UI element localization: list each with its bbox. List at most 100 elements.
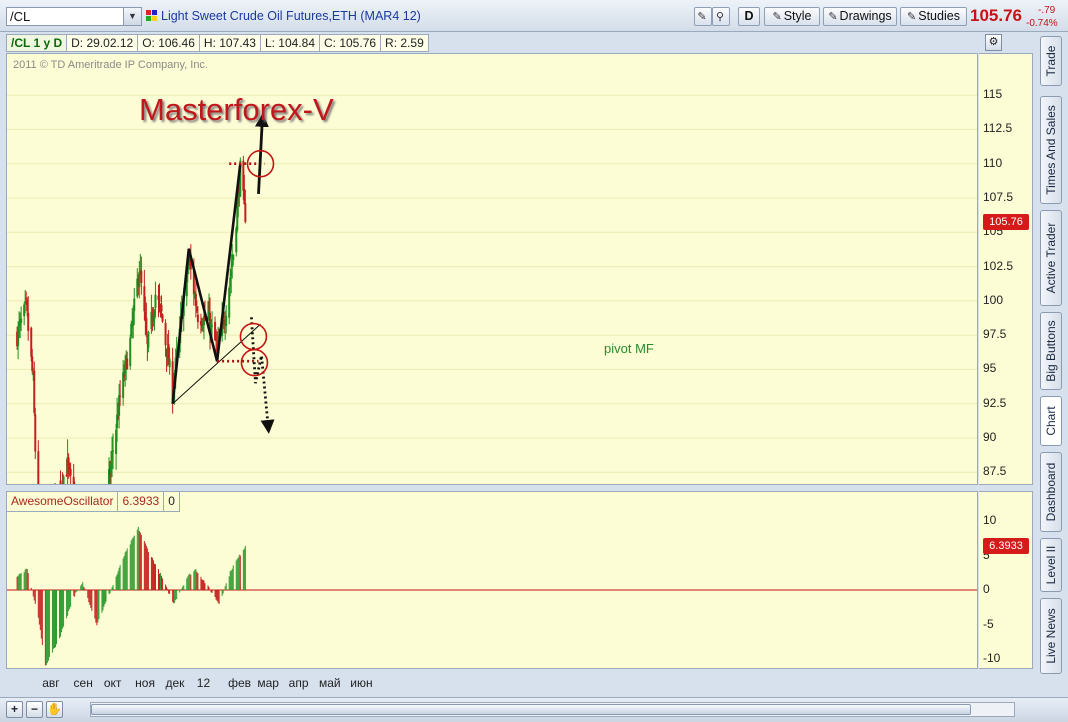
drawings-button[interactable]: ✎ Drawings [823, 7, 897, 26]
style-label: Style [783, 9, 812, 23]
studies-label: Studies [918, 9, 960, 23]
time-tick-label: ноя [135, 676, 155, 690]
oscillator-tick-label: -10 [983, 651, 1001, 665]
side-tab-active-trader[interactable]: Active Trader [1040, 210, 1062, 306]
bottom-toolbar: + − ✋ [0, 697, 1068, 722]
candlestick [37, 440, 40, 484]
oscillator-pane[interactable]: AwesomeOscillator 6.3933 0 [6, 491, 978, 669]
scrollbar-thumb[interactable] [91, 704, 971, 715]
oscillator-chart-svg[interactable] [7, 492, 978, 669]
info-close: C: 105.76 [319, 34, 381, 52]
zoom-out-icon: − [30, 702, 38, 716]
info-low: L: 104.84 [259, 34, 319, 52]
price-tick-label: 115 [983, 87, 1003, 102]
pivot-label: pivot MF [604, 341, 654, 356]
zoom-in-button[interactable]: + [6, 701, 23, 718]
side-tab-label: Active Trader [1044, 222, 1058, 294]
top-toolbar: ▼ Light Sweet Crude Oil Futures,ETH (MAR… [0, 0, 1068, 32]
thinkorswim-chart-window: ▼ Light Sweet Crude Oil Futures,ETH (MAR… [0, 0, 1068, 722]
drawing-tools-button[interactable]: ✎ [694, 7, 712, 26]
last-price-badge: 105.76 [983, 213, 1029, 230]
time-tick-label: фев [228, 676, 251, 690]
hand-icon: ✋ [47, 702, 62, 716]
studies-button[interactable]: ✎ Studies [900, 7, 967, 26]
time-tick-label: май [318, 676, 341, 690]
studies-icon: ✎ [907, 11, 917, 23]
side-tab-live-news[interactable]: Live News [1040, 598, 1062, 674]
chevron-down-icon[interactable]: ▼ [123, 8, 141, 25]
oscillator-value: 6.3933 [118, 492, 165, 512]
info-range: R: 2.59 [380, 34, 429, 52]
time-tick-label: сен [73, 676, 93, 690]
symbol-input[interactable] [10, 9, 120, 24]
percent-change: -0.74% [1026, 18, 1058, 29]
time-tick-label: апр [288, 676, 309, 690]
pan-button[interactable]: ✋ [46, 701, 63, 718]
price-tick-label: 100 [983, 292, 1004, 307]
watermark-text: Masterforex-V [139, 92, 334, 127]
side-tab-label: Dashboard [1044, 462, 1058, 522]
time-tick-label: мар [257, 676, 279, 690]
price-pane[interactable]: 2011 © TD Ameritrade IP Company, Inc. Ma… [6, 53, 978, 485]
price-tick-label: 90 [983, 430, 997, 444]
link-icon: ⚲ [715, 11, 725, 23]
style-button[interactable]: ✎ Style [764, 7, 820, 26]
info-high: H: 107.43 [198, 34, 260, 52]
time-tick-label: 12 [196, 676, 211, 690]
symbol-selector[interactable]: ▼ [6, 7, 142, 26]
side-tab-label: Chart [1044, 406, 1058, 436]
time-tick-label: окт [103, 676, 122, 690]
chart-settings-icon[interactable]: ⚙ [985, 34, 1002, 51]
side-tab-trade[interactable]: Trade [1040, 36, 1062, 86]
price-tick-label: 87.5 [983, 464, 1007, 479]
oscillator-value-badge: 6.3933 [983, 537, 1029, 554]
link-button[interactable]: ⚲ [712, 7, 730, 26]
time-axis: авг сен окт ноя дек 12 фев мар апр май июн [6, 672, 1033, 694]
side-tab-label: Live News [1044, 608, 1058, 664]
zoom-in-icon: + [10, 702, 18, 716]
side-tab-dashboard[interactable]: Dashboard [1040, 452, 1062, 532]
style-icon: ✎ [772, 11, 782, 23]
candlestick [59, 483, 61, 484]
time-scrollbar[interactable] [90, 702, 1015, 717]
zoom-out-button[interactable]: − [26, 701, 43, 718]
instrument-title: Light Sweet Crude Oil Futures,ETH (MAR4 … [161, 9, 421, 23]
oscillator-extra: 0 [164, 492, 180, 512]
period-button[interactable]: D [738, 7, 760, 26]
side-tab-strip: Trade Times And Sales Active Trader Big But… [1040, 32, 1064, 697]
candlestick [34, 407, 37, 460]
info-open: O: 106.46 [137, 34, 199, 52]
time-tick-label: июн [350, 676, 373, 690]
drawings-label: Drawings [839, 9, 892, 23]
oscillator-tick-label: 0 [983, 582, 990, 596]
pencil-icon: ✎ [828, 11, 838, 23]
price-tick-label: 102.5 [983, 258, 1014, 273]
oscillator-header: AwesomeOscillator 6.3933 0 [7, 492, 180, 512]
info-symbol-period[interactable]: /CL 1 y D [6, 34, 67, 52]
price-tick-label: 107.5 [983, 190, 1014, 204]
last-price: 105.76 [970, 6, 1022, 25]
wrench-icon: ✎ [697, 11, 707, 23]
side-tab-label: Times And Sales [1044, 105, 1058, 195]
price-axis[interactable]: 115 112.5 110 107.5 105 102.5 100 97.5 95 92.5 90 8… [979, 53, 1033, 485]
candlestick [129, 334, 132, 370]
time-tick-label: авг [42, 676, 60, 690]
copyright-text: 2011 © TD Ameritrade IP Company, Inc. [13, 59, 208, 71]
candlestick [161, 313, 164, 323]
oscillator-name[interactable]: AwesomeOscillator [7, 492, 119, 512]
side-tab-label: Big Buttons [1044, 320, 1058, 382]
side-tab-level-ii[interactable]: Level II [1040, 538, 1062, 592]
trendline[interactable] [172, 323, 261, 405]
side-tab-label: Level II [1044, 545, 1058, 585]
time-tick-label: дек [165, 676, 185, 690]
price-tick-label: 112.5 [983, 121, 1013, 136]
price-tick-label: 110 [983, 155, 1003, 170]
oscillator-axis[interactable]: 10 5 0 -5 -10 6.3933 [979, 491, 1033, 669]
side-tab-label: Trade [1044, 45, 1058, 77]
instrument-flag-icon [146, 10, 157, 21]
side-tab-big-buttons[interactable]: Big Buttons [1040, 312, 1062, 390]
info-date: D: 29.02.12 [66, 34, 138, 52]
price-tick-label: 97.5 [983, 327, 1007, 342]
side-tab-times-and-sales[interactable]: Times And Sales [1040, 96, 1062, 204]
side-tab-chart[interactable]: Chart [1040, 396, 1062, 446]
